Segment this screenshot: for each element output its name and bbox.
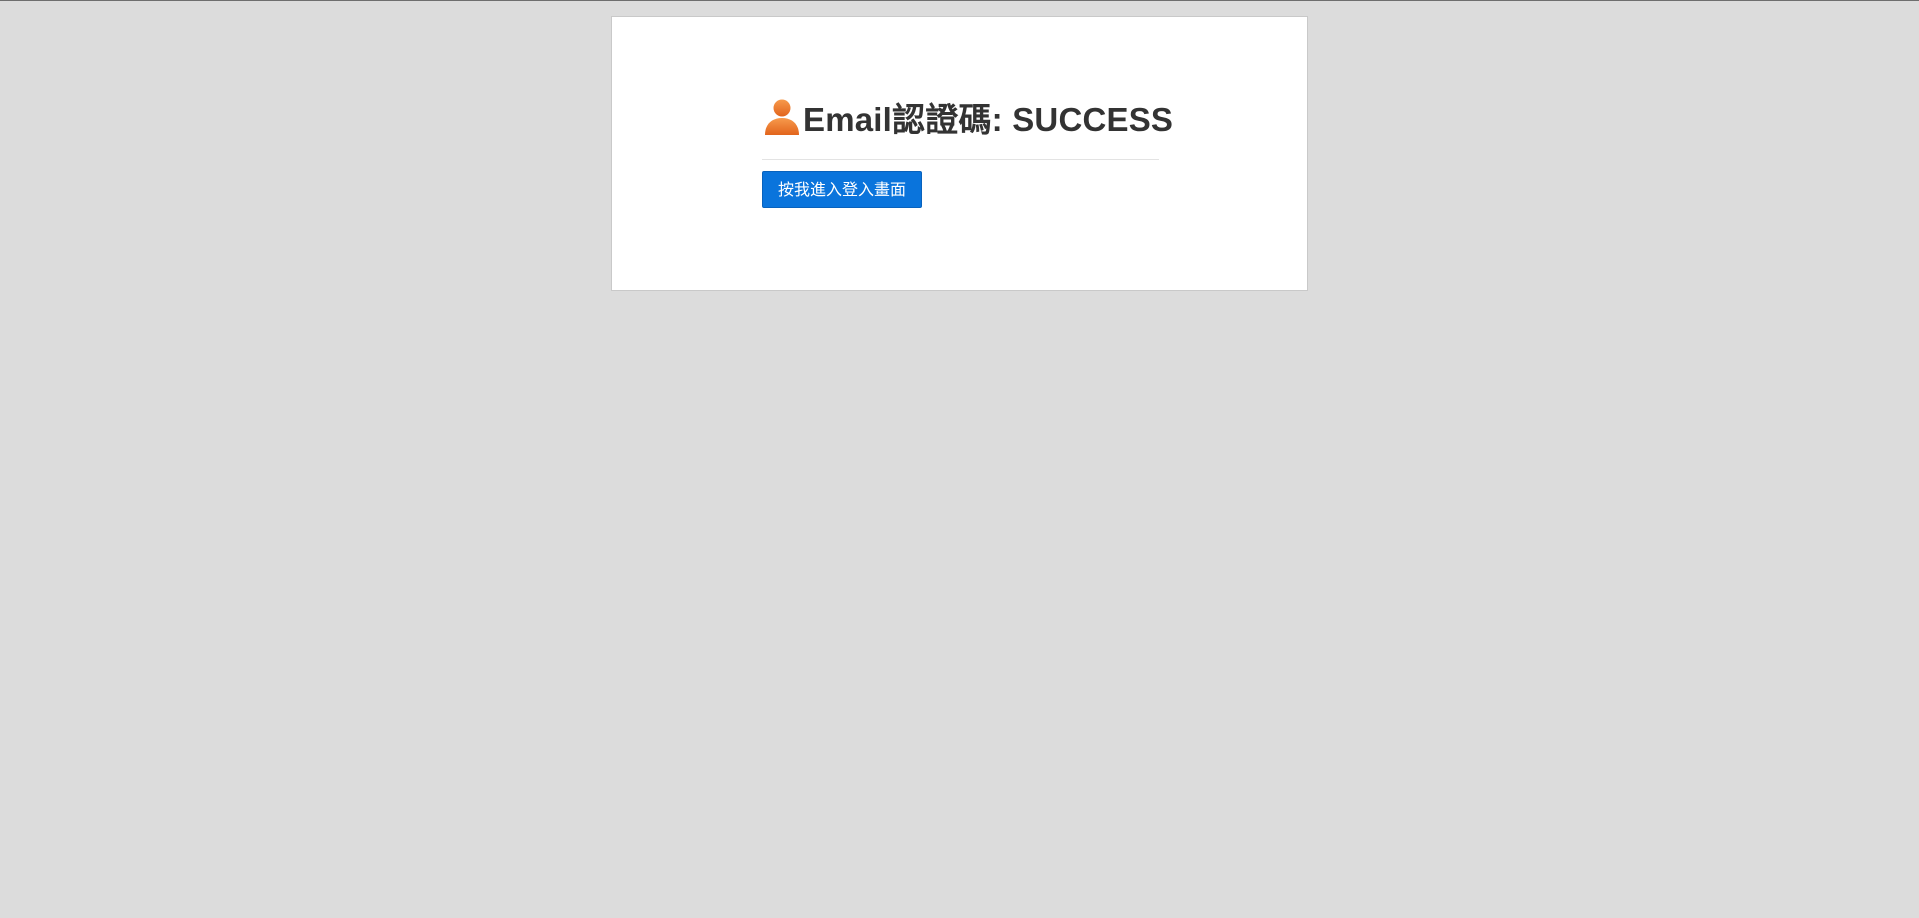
window-top-border — [0, 0, 1919, 1]
verification-card: Email認證碼: SUCCESS 按我進入登入畫面 — [611, 16, 1308, 291]
page-title: Email認證碼: SUCCESS — [762, 95, 1173, 139]
page-title-text: Email認證碼: SUCCESS — [803, 101, 1174, 138]
user-icon — [762, 97, 802, 137]
card-content: Email認證碼: SUCCESS 按我進入登入畫面 — [762, 95, 1173, 208]
divider — [762, 159, 1159, 160]
go-to-login-button[interactable]: 按我進入登入畫面 — [762, 171, 923, 208]
